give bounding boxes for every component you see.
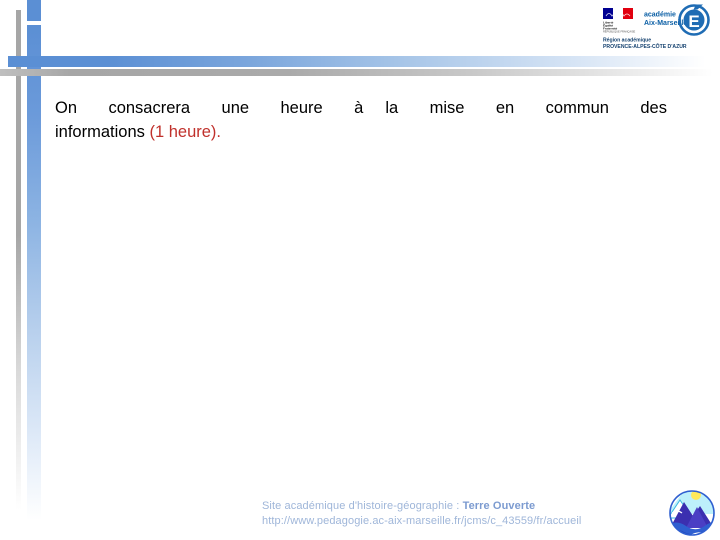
- body-line-1-main: On consacrera une heure à: [55, 99, 364, 117]
- body-line-2: informations (1 heure).: [55, 120, 667, 144]
- footer-credit: Site académique d'histoire-géographie : …: [262, 499, 662, 528]
- footer-url[interactable]: http://www.pedagogie.ac-aix-marseille.fr…: [262, 514, 662, 529]
- svg-text:E: E: [688, 12, 699, 31]
- decor-blue-horizontal-bar: [8, 56, 720, 67]
- slide-canvas: Liberté Égalité Fraternité RÉPUBLIQUE FR…: [0, 0, 720, 540]
- decor-blue-vertical-bar: [27, 25, 41, 520]
- body-line-2-prefix: informations: [55, 123, 150, 141]
- svg-text:académie: académie: [644, 12, 676, 19]
- decor-blue-vertical-bar-top: [27, 0, 41, 21]
- body-highlight-duration: (1 heure).: [149, 123, 222, 141]
- body-line-1-tail: la mise en commun des: [385, 99, 667, 117]
- region-wordmark: Région académique PROVENCE-ALPES-CÔTE D'…: [603, 38, 687, 51]
- footer-site-name: Terre Ouverte: [462, 500, 536, 512]
- marianne-logo-icon: Liberté Égalité Fraternité RÉPUBLIQUE FR…: [603, 8, 636, 34]
- academy-e-emblem-icon: E: [678, 4, 710, 36]
- slide-body-text: On consacrera une heure à la mise en comm…: [55, 96, 667, 144]
- svg-text:PROVENCE-ALPES-CÔTE D'AZUR: PROVENCE-ALPES-CÔTE D'AZUR: [603, 42, 687, 50]
- footer-site-label: Site académique d'histoire-géographie :: [262, 500, 463, 512]
- body-line-1: On consacrera une heure à la mise en comm…: [55, 96, 667, 120]
- footer-site-line: Site académique d'histoire-géographie : …: [262, 499, 662, 514]
- terre-ouverte-logo-icon: [666, 488, 718, 538]
- decor-grey-horizontal-bar: [0, 69, 720, 76]
- decor-grey-vertical-line: [16, 10, 21, 510]
- academy-logo: Liberté Égalité Fraternité RÉPUBLIQUE FR…: [600, 4, 715, 50]
- svg-text:Région académique: Région académique: [603, 38, 651, 44]
